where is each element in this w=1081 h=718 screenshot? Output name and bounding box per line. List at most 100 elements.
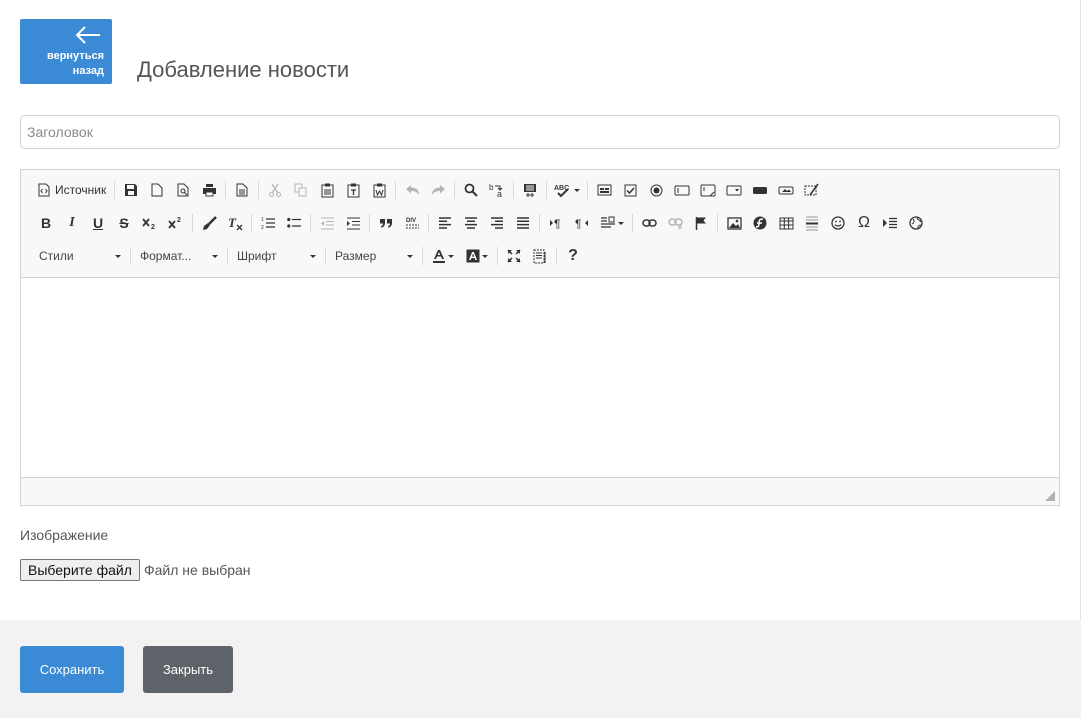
flash-button[interactable]	[747, 212, 773, 234]
image-icon	[726, 216, 742, 230]
choose-file-button[interactable]: Выберите файл	[20, 559, 140, 581]
cut-button[interactable]	[262, 179, 288, 201]
preview-button[interactable]	[170, 179, 196, 201]
size-label: Размер	[335, 249, 377, 263]
styles-dropdown[interactable]: Стили	[33, 245, 127, 267]
paste-word-button[interactable]	[366, 179, 392, 201]
toolbar-separator	[454, 181, 456, 199]
help-button[interactable]: ?	[560, 245, 586, 267]
textarea-icon	[700, 184, 716, 196]
redo-button[interactable]	[425, 179, 451, 201]
size-dropdown[interactable]: Размер	[329, 245, 419, 267]
horizontal-rule-button[interactable]	[799, 212, 825, 234]
iframe-button[interactable]	[903, 212, 929, 234]
copy-format-button[interactable]	[196, 212, 222, 234]
find-button[interactable]	[458, 179, 484, 201]
copy-button[interactable]	[288, 179, 314, 201]
toolbar-separator	[632, 214, 633, 232]
smiley-button[interactable]	[825, 212, 851, 234]
align-right-icon	[491, 217, 503, 229]
save-doc-button[interactable]	[118, 179, 144, 201]
spellcheck-button[interactable]: ABC	[550, 179, 584, 201]
checkbox-button[interactable]	[617, 179, 643, 201]
paste-text-button[interactable]	[340, 179, 366, 201]
editor-toolbar: Источник ba ABC B I U S 2 2 T 1 2 DIV ¶ …	[21, 170, 1059, 278]
justify-button[interactable]	[510, 212, 536, 234]
select-field-button[interactable]	[721, 179, 747, 201]
select-all-button[interactable]	[517, 179, 543, 201]
align-left-button[interactable]	[432, 212, 458, 234]
image-button[interactable]	[721, 212, 747, 234]
title-input[interactable]	[20, 115, 1060, 149]
blockquote-button[interactable]	[373, 212, 399, 234]
toolbar-row-2: B I U S 2 2 T 12 DIV ¶ ¶ Ω	[33, 212, 929, 234]
align-right-button[interactable]	[484, 212, 510, 234]
strikethrough-button[interactable]: S	[111, 212, 137, 234]
chevron-down-icon	[618, 221, 624, 225]
spellcheck-icon: ABC	[554, 185, 569, 197]
textarea-button[interactable]	[695, 179, 721, 201]
form-button[interactable]	[591, 179, 617, 201]
subscript-button[interactable]: 2	[137, 212, 163, 234]
paste-text-icon	[347, 183, 360, 197]
align-center-button[interactable]	[458, 212, 484, 234]
maximize-button[interactable]	[501, 245, 527, 267]
templates-button[interactable]	[229, 179, 255, 201]
print-icon	[202, 184, 216, 197]
superscript-button[interactable]: 2	[163, 212, 189, 234]
italic-button[interactable]: I	[59, 212, 85, 234]
toolbar-separator	[227, 247, 228, 265]
show-blocks-button[interactable]	[527, 245, 553, 267]
hidden-field-button[interactable]	[799, 179, 825, 201]
numbered-list-button[interactable]: 12	[255, 212, 281, 234]
font-dropdown[interactable]: Шрифт	[231, 245, 322, 267]
format-dropdown[interactable]: Формат...	[134, 245, 224, 267]
undo-button[interactable]	[399, 179, 425, 201]
outdent-button[interactable]	[314, 212, 340, 234]
close-button[interactable]: Закрыть	[143, 646, 233, 693]
editor-content-area[interactable]	[21, 278, 1059, 478]
text-color-button[interactable]	[426, 245, 460, 267]
underline-button[interactable]: U	[85, 212, 111, 234]
svg-text:¶: ¶	[575, 217, 581, 229]
resize-handle-icon[interactable]	[1045, 491, 1055, 501]
bold-button[interactable]: B	[33, 212, 59, 234]
text-field-button[interactable]	[669, 179, 695, 201]
unlink-button[interactable]	[662, 212, 688, 234]
radio-button[interactable]	[643, 179, 669, 201]
button-field-button[interactable]	[747, 179, 773, 201]
source-button[interactable]: Источник	[33, 179, 111, 201]
svg-text:¶: ¶	[554, 217, 560, 229]
editor-statusbar	[21, 477, 1059, 505]
replace-button[interactable]: ba	[484, 179, 510, 201]
special-char-button[interactable]: Ω	[851, 212, 877, 234]
save-button[interactable]: Сохранить	[20, 646, 124, 693]
back-button[interactable]: вернуться назад	[20, 19, 112, 84]
numbered-list-icon: 12	[261, 217, 275, 230]
paste-button[interactable]	[314, 179, 340, 201]
rtl-button[interactable]: ¶	[569, 212, 595, 234]
bulleted-list-button[interactable]	[281, 212, 307, 234]
remove-format-icon: T	[228, 216, 243, 230]
ltr-button[interactable]: ¶	[543, 212, 569, 234]
flag-icon	[695, 216, 706, 230]
search-icon	[464, 183, 478, 197]
link-button[interactable]	[636, 212, 662, 234]
replace-icon: ba	[489, 183, 503, 198]
language-button[interactable]	[595, 212, 629, 234]
toolbar-separator	[130, 247, 131, 265]
font-label: Шрифт	[237, 249, 277, 263]
remove-format-button[interactable]: T	[222, 212, 248, 234]
toolbar-separator	[546, 181, 548, 199]
page-break-button[interactable]	[877, 212, 903, 234]
chevron-down-icon	[212, 254, 218, 258]
anchor-button[interactable]	[688, 212, 714, 234]
print-button[interactable]	[196, 179, 222, 201]
svg-text:2: 2	[261, 225, 264, 230]
background-color-button[interactable]	[460, 245, 494, 267]
table-button[interactable]	[773, 212, 799, 234]
new-page-button[interactable]	[144, 179, 170, 201]
create-div-button[interactable]: DIV	[399, 212, 425, 234]
indent-button[interactable]	[340, 212, 366, 234]
image-button-field-button[interactable]	[773, 179, 799, 201]
